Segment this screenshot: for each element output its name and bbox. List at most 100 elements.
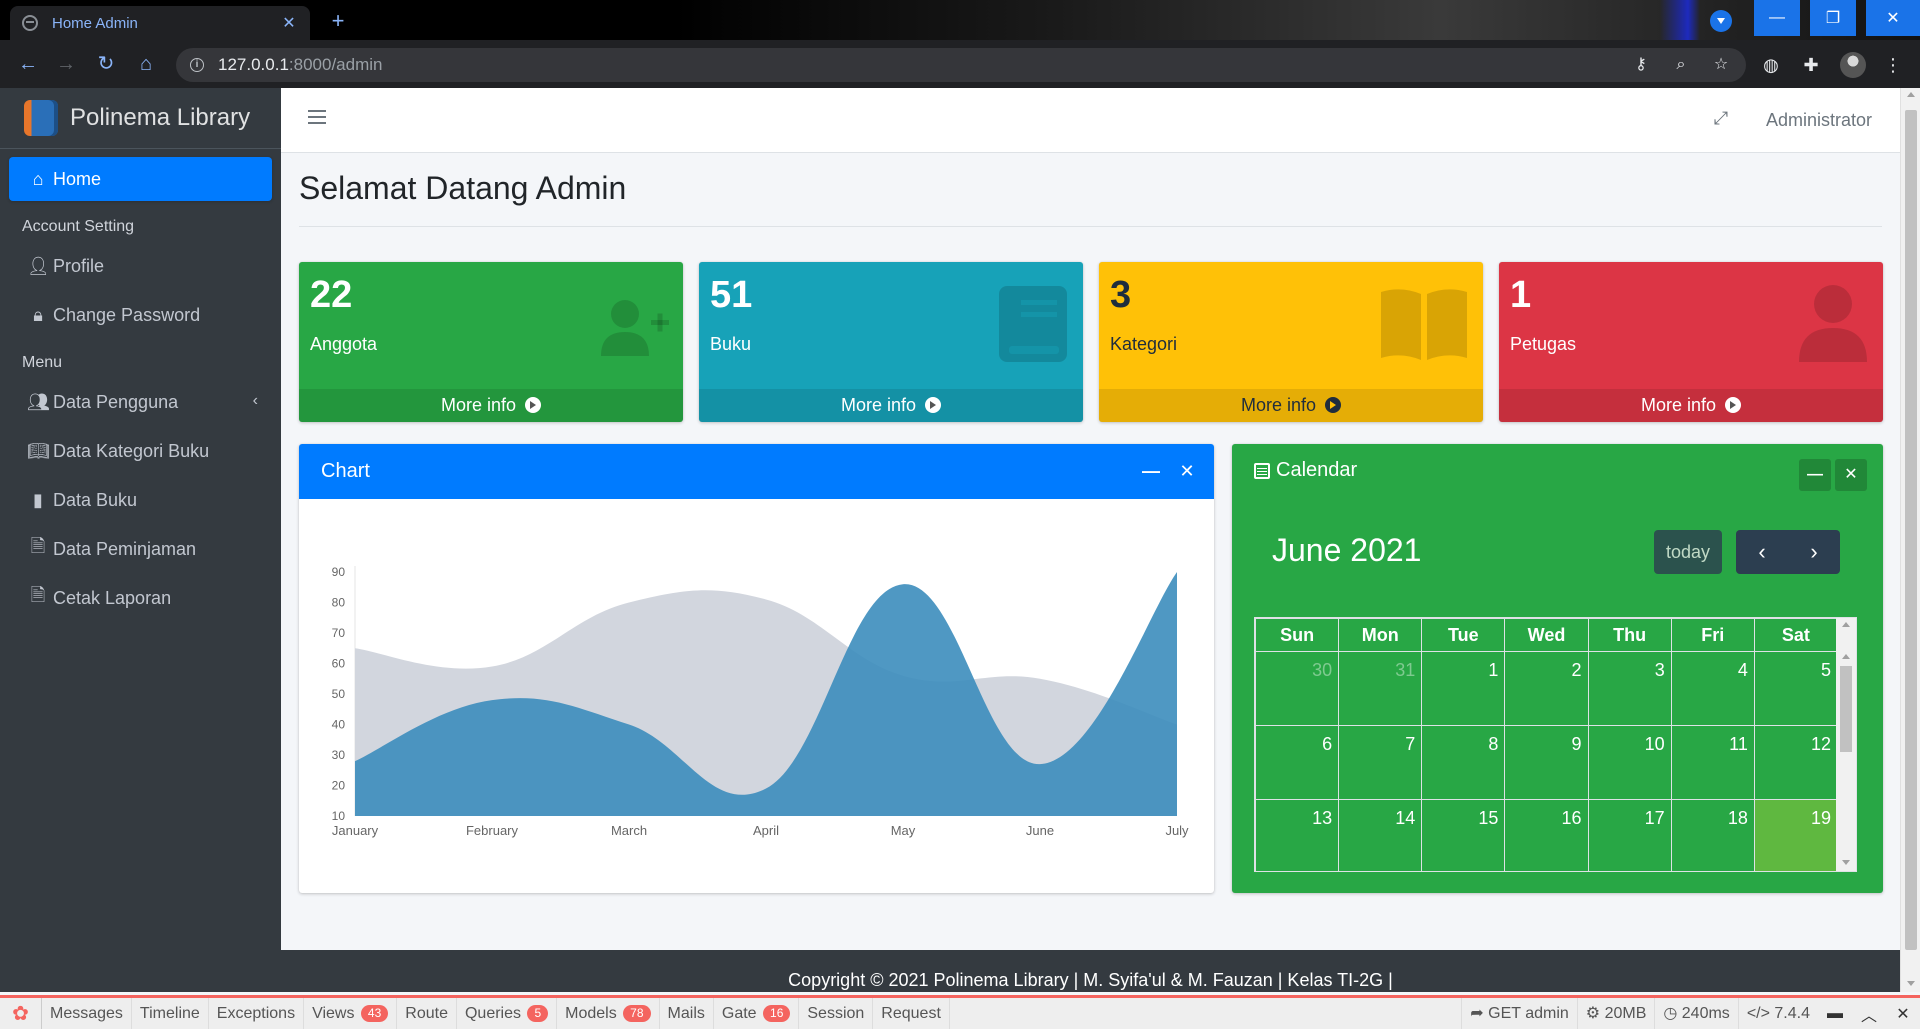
calendar-scrollbar[interactable] [1836, 618, 1856, 871]
calendar-day[interactable]: 4 [1670, 651, 1755, 726]
translate-icon[interactable]: ◍ [1758, 52, 1784, 78]
calendar-day[interactable]: 13 [1255, 799, 1340, 871]
debugbar-tab[interactable]: Exceptions [209, 998, 305, 1029]
remove-button[interactable]: ✕ [1177, 461, 1197, 481]
file-icon: 🗎 [30, 536, 46, 556]
count-badge: 5 [527, 1005, 549, 1022]
debugbar-tab[interactable]: Messages [42, 998, 132, 1029]
sidebar-item-home[interactable]: ⌂ Home [9, 157, 272, 201]
book-icon [999, 286, 1067, 362]
calendar-card-title: Calendar [1254, 459, 1357, 482]
weekday-header: Thu [1587, 618, 1672, 652]
bookmark-star-icon[interactable]: ☆ [1710, 54, 1732, 76]
brand-link[interactable]: Polinema Library [0, 88, 281, 149]
close-tab-icon[interactable]: ✕ [280, 13, 298, 33]
calendar-day[interactable]: 1 [1421, 651, 1506, 726]
profile-avatar[interactable] [1840, 52, 1866, 78]
more-info-link[interactable]: More info [299, 389, 683, 422]
reload-icon[interactable]: ↻ [94, 52, 118, 76]
sidebar-item-data-kategori[interactable]: 📖︎ Data Kategori Buku [9, 429, 272, 473]
remove-button[interactable]: ✕ [1835, 459, 1867, 491]
calendar-day[interactable]: 15 [1421, 799, 1506, 871]
calendar-day[interactable]: 9 [1504, 725, 1589, 800]
calendar-day[interactable]: 12 [1753, 725, 1839, 800]
debugbar-tab[interactable]: Route [397, 998, 457, 1029]
calendar-day[interactable]: 19 [1753, 799, 1839, 871]
sidebar-item-data-buku[interactable]: ▮ Data Buku [9, 478, 272, 522]
back-icon[interactable]: ← [16, 52, 40, 76]
close-window-button[interactable]: ✕ [1866, 0, 1920, 36]
debugbar-tab[interactable]: Mails [660, 998, 714, 1029]
weekday-header: Fri [1670, 618, 1755, 652]
divider [299, 226, 1882, 227]
debugbar-tab[interactable]: Models 78 [557, 998, 660, 1029]
chart-card: Chart — ✕ 10 20 30 40 50 60 70 80 90 January Febru… [299, 444, 1214, 893]
debugbar-tab[interactable]: Session [799, 998, 874, 1029]
calendar-day[interactable]: 5 [1753, 651, 1839, 726]
request-info[interactable]: ➦ GET admin [1461, 998, 1576, 1029]
today-button[interactable]: today [1654, 530, 1722, 574]
calendar-day[interactable]: 3 [1587, 651, 1672, 726]
more-info-link[interactable]: More info [699, 389, 1083, 422]
tab-search-icon[interactable] [1710, 10, 1732, 32]
debugbar-tab[interactable]: Request [873, 998, 950, 1029]
stat-value: 3 [1110, 274, 1132, 316]
menu-toggle-icon[interactable] [308, 110, 326, 124]
fullscreen-icon[interactable]: ⤢ [1711, 108, 1731, 128]
calendar-day[interactable]: 8 [1421, 725, 1506, 800]
calendar-day[interactable]: 6 [1255, 725, 1340, 800]
calendar-day[interactable]: 14 [1338, 799, 1423, 871]
debugbar-tab[interactable]: Gate 16 [714, 998, 800, 1029]
home-icon[interactable]: ⌂ [134, 52, 158, 76]
calendar-day[interactable]: 16 [1504, 799, 1589, 871]
sidebar-item-cetak-laporan[interactable]: 🗎 Cetak Laporan [9, 576, 272, 620]
key-icon[interactable]: ⚷ [1630, 54, 1652, 76]
debugbar-tab[interactable]: Views 43 [304, 998, 398, 1029]
stat-label: Kategori [1110, 334, 1178, 354]
request-label: GET admin [1488, 1005, 1569, 1022]
more-info-link[interactable]: More info [1099, 389, 1483, 422]
calendar-day[interactable]: 7 [1338, 725, 1423, 800]
chart-card-header: Chart — ✕ [299, 444, 1214, 499]
calendar-day[interactable]: 2 [1504, 651, 1589, 726]
calendar-day[interactable]: 10 [1587, 725, 1672, 800]
zoom-icon[interactable]: ⌕ [1670, 54, 1692, 76]
users-icon: 👥︎ [27, 391, 50, 412]
weekday-header: Sun [1255, 618, 1340, 652]
stat-box-kategori: 3 Kategori More info [1099, 262, 1483, 422]
restore-button[interactable]: ❐ [1810, 0, 1856, 36]
address-bar[interactable]: i 127.0.0.1:8000/admin [176, 48, 1746, 82]
debugbar-tab[interactable]: Timeline [132, 998, 209, 1029]
calendar-day[interactable]: 11 [1670, 725, 1755, 800]
sidebar-item-data-peminjaman[interactable]: 🗎 Data Peminjaman [9, 527, 272, 571]
next-month-button[interactable]: › [1788, 530, 1840, 574]
more-menu-icon[interactable]: ⋮ [1880, 52, 1906, 78]
collapse-button[interactable]: — [1141, 461, 1161, 481]
sidebar-item-data-pengguna[interactable]: 👥︎ Data Pengguna ‹ [9, 380, 272, 424]
page-scrollbar[interactable] [1900, 88, 1920, 992]
calendar-day[interactable]: 18 [1670, 799, 1755, 871]
debugbar-tab[interactable]: Queries 5 [457, 998, 558, 1029]
prev-month-button[interactable]: ‹ [1736, 530, 1788, 574]
calendar-table: Sun Mon Tue Wed Thu Fri Sat 30 31 1 2 3 4 5 6 7 8 9 10 11 1… [1255, 618, 1839, 871]
folder-icon[interactable]: ▬ [1818, 1005, 1852, 1023]
site-info-icon[interactable]: i [190, 58, 204, 72]
close-icon[interactable]: ✕ [1886, 1004, 1920, 1024]
calendar-day[interactable]: 30 [1255, 651, 1340, 726]
minimize-button[interactable]: — [1754, 0, 1800, 36]
y-tick-label: 80 [332, 596, 346, 610]
new-tab-button[interactable]: + [326, 10, 350, 34]
extensions-icon[interactable]: ✚ [1798, 52, 1824, 78]
sidebar-item-profile[interactable]: 👤︎ Profile [9, 244, 272, 288]
chevron-up-icon[interactable]: ︿ [1852, 1002, 1886, 1026]
laravel-logo-icon[interactable]: ✿ [0, 998, 42, 1029]
calendar-day[interactable]: 17 [1587, 799, 1672, 871]
calendar-day[interactable]: 31 [1338, 651, 1423, 726]
user-menu[interactable]: Administrator [1766, 110, 1872, 131]
browser-tab[interactable]: Home Admin ✕ [10, 6, 310, 40]
count-badge: 78 [623, 1005, 651, 1022]
collapse-button[interactable]: — [1799, 459, 1831, 491]
sidebar-item-change-password[interactable]: 🔒︎ Change Password [9, 293, 272, 337]
more-info-link[interactable]: More info [1499, 389, 1883, 422]
forward-icon[interactable]: → [54, 52, 78, 76]
